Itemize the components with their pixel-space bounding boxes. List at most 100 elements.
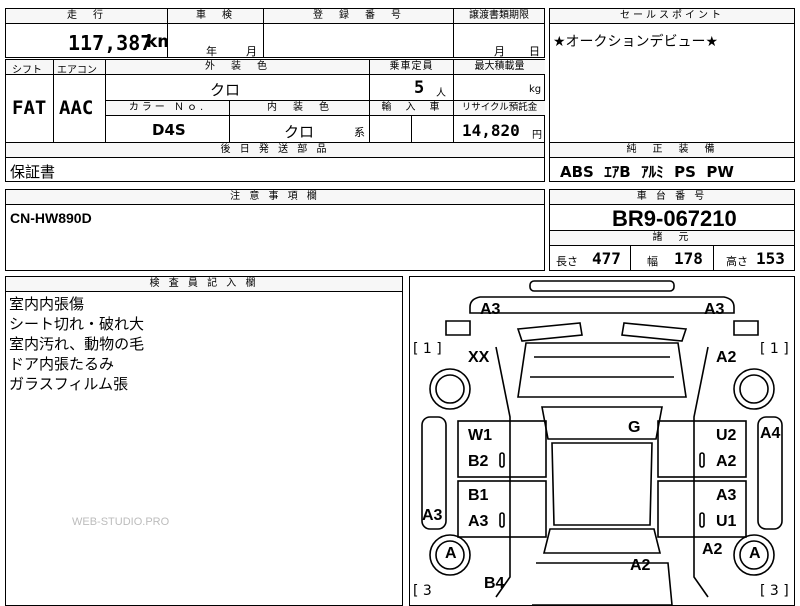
aircon-cell: AAC [54,75,106,143]
notes-header: 注 意 事 項 欄 [6,190,544,205]
inspector-header: 検 査 員 記 入 欄 [6,277,402,292]
mark-door-rr-2: U1 [716,513,737,530]
inspector-line: ドア内張たるみ [9,355,115,373]
bracket-left-top: [ 1 ] [413,341,442,357]
mark-rear-left: B4 [484,575,505,592]
inspection-box: 車 検 年 月 [167,8,264,58]
recycle-unit: 円 [532,130,542,141]
width-cell: 幅 178 [631,246,714,270]
registration-box: 登 録 番 号 [263,8,454,58]
inspector-line: シート切れ・破れ大 [9,315,145,333]
bracket-left-bottom: [ 3 [413,583,432,599]
exterior-value: クロ [210,81,241,99]
height-value: 153 [756,249,785,268]
recycle-value: 14,820 [462,121,520,140]
mark-door-fl-1: W1 [468,427,492,444]
recycle-cell: 14,820 円 [454,116,545,143]
mark-wheel-rr: A [749,545,761,562]
mark-front-left: XX [468,349,490,366]
inspector-line: ガラスフィルム張 [9,375,129,393]
mark-roof: G [628,419,641,436]
registration-header: 登 録 番 号 [264,9,453,24]
selling-point-box: セールスポイント ★オークションデビュー★ [549,8,795,143]
notes-value: CN-HW890D [10,210,92,226]
mark-wheel-rl: A [445,545,457,562]
aircon-header-cell: エアコン [54,60,106,76]
mark-door-rl-2: A3 [468,513,489,530]
equipment-box: 純 正 装 備 ABS ｴｱB ｱﾙﾐ PS PW [549,142,795,182]
shift-header-cell: シフト [6,60,54,76]
exterior-sub-cell [330,75,370,101]
mileage-box: 走 行 117,387 km [5,8,175,58]
mark-door-fr-1: U2 [716,427,737,444]
specs-grid: シフト エアコン FAT AAC 外 装 色 クロ カラー Ｎｏ. 内 装 色 … [5,59,545,143]
inspection-month-label: 月 [246,45,257,58]
import-cell-b [412,116,454,143]
inspection-header: 車 検 [168,9,263,24]
aircon-value: AAC [59,97,94,119]
transfer-day-label: 日 [529,45,540,58]
mark-front-left-corner: A3 [480,301,501,318]
notes-box: 注 意 事 項 欄 CN-HW890D [5,189,545,271]
color-no-header: カラー Ｎｏ. [106,101,230,116]
exterior-header: 外 装 色 [106,60,370,75]
transfer-header: 譲渡書類期限 [454,9,544,24]
bracket-right-top: [ 1 ] [760,341,789,357]
inspection-year-label: 年 [206,45,217,58]
load-cell: kg [454,75,545,101]
later-parts-value: 保証書 [10,163,56,181]
import-cell-a [370,116,412,143]
mileage-value: 117,387 [68,31,153,55]
height-cell: 高さ 153 [714,246,794,270]
length-cell: 長さ 477 [550,246,631,270]
bracket-right-bottom: [ 3 ] [760,583,789,599]
mileage-header: 走 行 [6,9,167,24]
recycle-header: リサイクル預託金 [454,101,545,116]
shift-value: FAT [12,97,47,119]
mark-door-fr-2: A2 [716,453,737,470]
later-parts-box: 後 日 発 送 部 品 保証書 [5,142,545,182]
selling-point-header: セールスポイント [550,9,794,24]
equipment-header: 純 正 装 備 [550,143,794,158]
mark-door-rr-1: A3 [716,487,737,504]
inspector-lines: 室内内張傷 シート切れ・破れ大 室内汚れ、動物の毛 ドア内張たるみ ガラスフィル… [9,294,144,394]
capacity-cell: 5 人 [370,75,454,101]
capacity-value: 5 [414,78,425,98]
inspector-box: 検 査 員 記 入 欄 室内内張傷 シート切れ・破れ大 室内汚れ、動物の毛 ドア… [5,276,403,606]
transfer-month-label: 月 [494,45,505,58]
watermark: WEB-STUDIO.PRO [72,516,170,528]
mark-front-right-fender: A2 [716,349,737,366]
aircon-header: エアコン [57,65,97,76]
selling-point-text: ★オークションデビュー★ [553,34,719,50]
transfer-box: 譲渡書類期限 月 日 [453,8,545,58]
chassis-box: 車 台 番 号 BR9-067210 諸 元 長さ 477 幅 178 高さ 1… [549,189,795,271]
length-value: 477 [592,249,621,268]
width-value: 178 [674,249,703,268]
later-parts-header: 後 日 発 送 部 品 [6,143,544,158]
capacity-header: 乗車定員 [370,60,454,75]
mark-rear-right-fender: A2 [702,541,723,558]
inspector-line: 室内汚れ、動物の毛 [9,335,145,353]
color-no-cell: D4S [106,116,230,143]
mark-right-step: A4 [760,425,781,442]
interior-header: 内 装 色 [230,101,370,116]
shift-header: シフト [12,65,42,76]
equipment-value: ABS ｴｱB ｱﾙﾐ PS PW [560,163,734,181]
interior-cell: クロ 系 [230,116,370,143]
width-label: 幅 [647,255,658,268]
interior-value: クロ [284,123,315,141]
mark-front-right-corner: A3 [704,301,725,318]
mark-door-fl-2: B2 [468,453,489,470]
load-unit: kg [529,84,542,95]
import-header: 輸 入 車 [370,101,454,116]
inspector-line: 室内内張傷 [9,295,85,313]
shift-cell: FAT [6,75,54,143]
dimensions-header: 諸 元 [550,230,794,246]
mark-trunk: A2 [630,557,651,574]
load-header: 最大積載量 [454,60,545,75]
car-diagram-box: [ 1 ] [ 1 ] [ 3 [ 3 ] A3 A3 XX A2 G W1 B… [409,276,795,606]
height-label: 高さ [726,255,748,268]
chassis-header: 車 台 番 号 [550,190,794,205]
interior-suffix: 系 [354,126,365,139]
mark-left-step: A3 [422,507,443,524]
